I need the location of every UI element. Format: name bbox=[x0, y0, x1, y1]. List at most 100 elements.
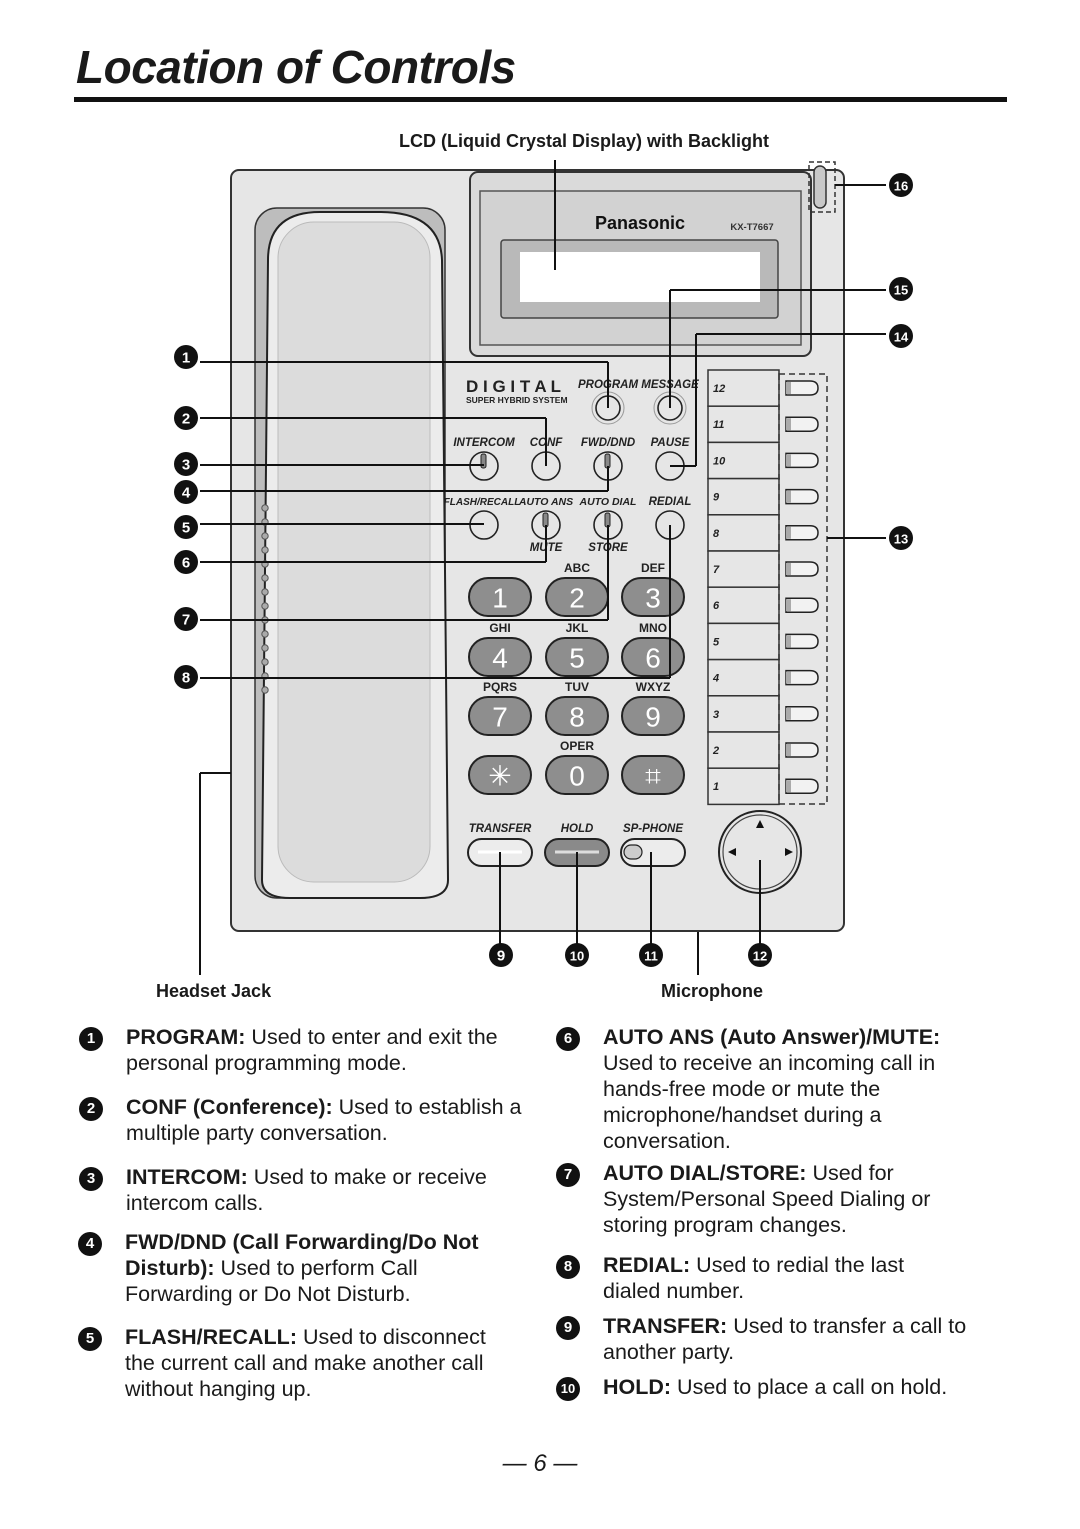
keypad-digit: 0 bbox=[569, 761, 585, 792]
dss-key-number: 11 bbox=[713, 419, 724, 431]
keypad-digit: 6 bbox=[645, 643, 661, 674]
keypad-digit: 2 bbox=[569, 583, 585, 614]
speaker-hole bbox=[261, 546, 269, 554]
speaker-hole bbox=[261, 686, 269, 694]
callout-badge: 1 bbox=[174, 345, 198, 369]
number-badge: 1 bbox=[79, 1027, 103, 1051]
speaker-hole bbox=[261, 532, 269, 540]
transfer-label: TRANSFER bbox=[469, 823, 532, 835]
keypad-key[interactable]: ⌗ bbox=[621, 755, 685, 795]
speaker-hole bbox=[261, 658, 269, 666]
keypad-letters: DEF bbox=[641, 561, 665, 575]
callout-number: 14 bbox=[894, 330, 909, 345]
dss-key-number: 4 bbox=[712, 673, 719, 685]
callout-number: 12 bbox=[753, 949, 767, 964]
sp-phone-label: SP-PHONE bbox=[623, 823, 683, 835]
number-badge: 3 bbox=[79, 1167, 103, 1191]
callout-badge: 3 bbox=[174, 452, 198, 476]
callout-number: 16 bbox=[894, 179, 908, 194]
keypad-digit: 7 bbox=[492, 702, 508, 733]
dss-key-number: 5 bbox=[713, 636, 720, 648]
callout-number: 11 bbox=[644, 949, 658, 964]
callout-badge: 5 bbox=[174, 515, 198, 539]
number-badge: 10 bbox=[556, 1377, 580, 1401]
callout-number: 3 bbox=[182, 457, 190, 474]
number-badge: 8 bbox=[556, 1255, 580, 1279]
callout-badge: 11 bbox=[639, 943, 663, 967]
callout-badge: 2 bbox=[174, 406, 198, 430]
keypad-letters: WXYZ bbox=[636, 680, 671, 694]
series-title: D I G I T A L bbox=[466, 377, 561, 396]
keypad-digit: 9 bbox=[645, 702, 661, 733]
description-item: 3 INTERCOM: Used to make or receive inte… bbox=[79, 1164, 509, 1216]
dss-key-number: 7 bbox=[713, 564, 720, 576]
description-text: Used to place a call on hold. bbox=[671, 1375, 948, 1399]
speaker-hole bbox=[261, 644, 269, 652]
callout-badge: 15 bbox=[889, 277, 913, 301]
keypad-digit: 4 bbox=[492, 643, 508, 674]
keypad-letters: MNO bbox=[639, 621, 667, 635]
callout-badge: 4 bbox=[174, 480, 198, 504]
dss-key-number: 1 bbox=[713, 781, 719, 793]
number-badge: 7 bbox=[556, 1163, 580, 1187]
hold-label: HOLD bbox=[561, 823, 594, 835]
callout-badge: 9 bbox=[489, 943, 513, 967]
callout-badge: 12 bbox=[748, 943, 772, 967]
callout-number: 10 bbox=[570, 949, 584, 964]
callout-number: 4 bbox=[182, 485, 191, 502]
description-item: 5 FLASH/RECALL: Used to disconnect the c… bbox=[78, 1324, 508, 1402]
callout-badge: 6 bbox=[174, 550, 198, 574]
callout-badge: 14 bbox=[889, 324, 913, 348]
number-badge: 4 bbox=[78, 1232, 102, 1256]
description-term: REDIAL: bbox=[603, 1253, 691, 1277]
pause-label: PAUSE bbox=[651, 437, 690, 449]
description-item: 8 REDIAL: Used to redial the last dialed… bbox=[556, 1252, 956, 1304]
keypad-letters: JKL bbox=[566, 621, 589, 635]
callout-badge: 13 bbox=[889, 526, 913, 550]
brand-logo: Panasonic bbox=[595, 213, 685, 233]
speaker-hole bbox=[261, 630, 269, 638]
description-item: 7 AUTO DIAL/STORE: Used for System/Perso… bbox=[556, 1160, 966, 1238]
fwd-dnd-label: FWD/DND bbox=[581, 437, 635, 449]
callout-badge: 10 bbox=[565, 943, 589, 967]
keypad-digit: 8 bbox=[569, 702, 585, 733]
page-number: — 6 — bbox=[502, 1450, 578, 1477]
keypad-letters: OPER bbox=[560, 739, 594, 753]
callout-number: 6 bbox=[182, 555, 190, 572]
description-term: TRANSFER: bbox=[603, 1314, 728, 1338]
description-item: 10 HOLD: Used to place a call on hold. bbox=[556, 1374, 986, 1401]
dss-key-number: 12 bbox=[713, 383, 725, 395]
message-lamp bbox=[813, 165, 827, 209]
keypad-key[interactable]: 1 bbox=[468, 577, 532, 617]
description-term: HOLD: bbox=[603, 1375, 672, 1399]
description-term: CONF (Conference): bbox=[126, 1095, 333, 1119]
dss-key-number: 10 bbox=[713, 455, 726, 467]
flash-recall-label: FLASH/RECALL bbox=[444, 497, 521, 508]
keypad-digit: 3 bbox=[645, 583, 661, 614]
keypad-key[interactable]: ✳ bbox=[468, 755, 532, 795]
callout-number: 13 bbox=[894, 532, 908, 547]
callout-badge: 8 bbox=[174, 665, 198, 689]
description-item: 1 PROGRAM: Used to enter and exit the pe… bbox=[79, 1024, 509, 1076]
description-item: 2 CONF (Conference): Used to establish a… bbox=[79, 1094, 524, 1146]
intercom-label: INTERCOM bbox=[453, 437, 515, 449]
description-term: PROGRAM: bbox=[126, 1025, 246, 1049]
description-term: AUTO ANS (Auto Answer)/MUTE: bbox=[603, 1025, 941, 1049]
callout-badge: 16 bbox=[889, 173, 913, 197]
keypad-digit: ✳ bbox=[488, 761, 511, 792]
auto-dial-label: AUTO DIAL bbox=[579, 496, 637, 508]
dss-key-number: 9 bbox=[713, 492, 720, 504]
phone-diagram: Panasonic KX-T7667 D I G I T A L SUPER H… bbox=[174, 160, 913, 975]
keypad-digit: 1 bbox=[492, 583, 508, 614]
description-term: AUTO DIAL/STORE: bbox=[603, 1161, 807, 1185]
speaker-hole bbox=[261, 504, 269, 512]
sp-phone-led bbox=[623, 844, 643, 860]
callout-number: 2 bbox=[182, 411, 190, 428]
description-item: 4 FWD/DND (Call Forwarding/Do Not Distur… bbox=[78, 1229, 508, 1307]
dss-key-number: 3 bbox=[713, 709, 719, 721]
speaker-hole bbox=[261, 602, 269, 610]
keypad-letters: ABC bbox=[564, 561, 590, 575]
callout-number: 7 bbox=[182, 612, 190, 629]
callout-number: 1 bbox=[182, 350, 190, 367]
callout-number: 9 bbox=[497, 948, 505, 965]
